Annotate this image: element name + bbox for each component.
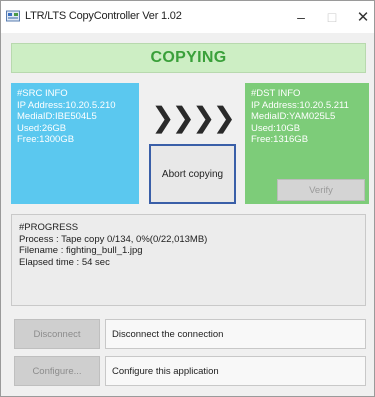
app-icon [6,10,20,22]
dst-media-id: MediaID:YAM025L5 [251,111,336,122]
disconnect-button[interactable]: Disconnect [14,319,100,349]
configure-description: Configure this application [105,356,366,386]
dst-free: Free:1316GB [251,134,309,145]
src-info-panel: #SRC INFO IP Address:10.20.5.210 MediaID… [11,83,139,204]
progress-header: #PROGRESS [19,222,79,233]
src-media-id: MediaID:IBE504L5 [17,111,97,122]
configure-description-text: Configure this application [112,365,219,377]
src-free: Free:1300GB [17,134,75,145]
status-text: COPYING [150,49,227,66]
disconnect-description: Disconnect the connection [105,319,366,349]
window-title: LTR/LTS CopyController Ver 1.02 [25,10,182,22]
verify-button[interactable]: Verify [277,179,365,201]
dst-used: Used:10GB [251,122,301,134]
close-button[interactable]: ✕ [353,7,373,27]
disconnect-label: Disconnect [33,328,81,340]
disconnect-description-text: Disconnect the connection [112,328,224,340]
title-bar: LTR/LTS CopyController Ver 1.02 – □ ✕ [1,1,374,33]
maximize-button[interactable]: □ [322,7,342,27]
abort-copying-button[interactable]: Abort copying [149,144,236,204]
dst-ip-address: IP Address:10.20.5.211 [251,99,349,111]
configure-label: Configure... [32,365,82,377]
progress-elapsed-time: Elapsed time : 54 sec [19,256,110,268]
progress-panel: #PROGRESS Process : Tape copy 0/134, 0%(… [11,214,366,306]
src-used: Used:26GB [17,122,67,134]
app-window: LTR/LTS CopyController Ver 1.02 – □ ✕ CO… [0,0,375,397]
verify-label: Verify [309,184,333,196]
src-ip-address: IP Address:10.20.5.210 [17,99,116,111]
progress-process: Process : Tape copy 0/134, 0%(0/22,013MB… [19,233,208,245]
dst-info-header: #DST INFO [251,88,301,99]
configure-button[interactable]: Configure... [14,356,100,386]
progress-filename: Filename : fighting_bull_1.jpg [19,245,143,256]
src-info-header: #SRC INFO [17,88,68,99]
abort-copying-label: Abort copying [161,168,224,180]
minimize-button[interactable]: – [291,7,311,27]
transfer-arrows-icon: ❯❯❯❯ [151,100,236,134]
copy-status-banner: COPYING [11,43,366,73]
